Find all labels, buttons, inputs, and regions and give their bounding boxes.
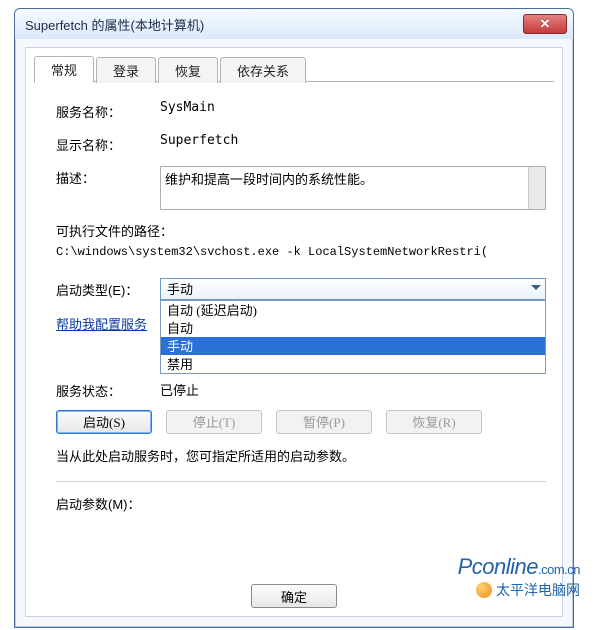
display-name-label: 显示名称： xyxy=(56,133,160,154)
close-icon: ✕ xyxy=(540,16,551,32)
watermark: Pconline.com.cn 太平洋电脑网 xyxy=(458,554,580,600)
option-auto-delayed[interactable]: 自动 (延迟启动) xyxy=(161,301,545,319)
status-label: 服务状态： xyxy=(56,379,160,400)
dialog-window: Superfetch 的属性(本地计算机) ✕ 常规 登录 恢复 依存关系 服务… xyxy=(14,8,574,628)
tab-logon[interactable]: 登录 xyxy=(96,57,156,83)
general-panel: 服务名称： SysMain 显示名称： Superfetch 描述： 维护和提高… xyxy=(26,82,562,529)
service-name-value: SysMain xyxy=(160,100,546,115)
tab-general[interactable]: 常规 xyxy=(34,56,94,83)
description-text[interactable]: 维护和提高一段时间内的系统性能。 xyxy=(160,166,546,210)
tabstrip: 常规 登录 恢复 依存关系 xyxy=(34,56,554,82)
display-name-row: 显示名称： Superfetch xyxy=(56,133,546,154)
startup-type-select[interactable]: 手动 xyxy=(160,278,546,300)
start-params-note: 当从此处启动服务时，您可指定所适用的启动参数。 xyxy=(56,446,546,465)
startup-type-dropdown: 自动 (延迟启动) 自动 手动 禁用 xyxy=(160,300,546,374)
watermark-cn: 太平洋电脑网 xyxy=(458,580,580,600)
exe-path-value: C:\windows\system32\svchost.exe -k Local… xyxy=(56,243,546,262)
titlebar[interactable]: Superfetch 的属性(本地计算机) ✕ xyxy=(15,9,573,39)
client-area: 常规 登录 恢复 依存关系 服务名称： SysMain 显示名称： Superf… xyxy=(25,47,563,617)
description-label: 描述： xyxy=(56,166,160,187)
control-buttons: 启动(S) 停止(T) 暂停(P) 恢复(R) xyxy=(56,410,546,434)
tab-dependencies[interactable]: 依存关系 xyxy=(220,57,306,83)
status-row: 服务状态： 已停止 xyxy=(56,379,546,400)
start-button[interactable]: 启动(S) xyxy=(56,410,152,434)
option-disabled[interactable]: 禁用 xyxy=(161,355,545,373)
divider xyxy=(56,481,546,482)
start-params-row: 启动参数(M)： xyxy=(56,492,546,513)
startup-type-row: 启动类型(E)： 手动 自动 (延迟启动) 自动 手动 禁用 xyxy=(56,278,546,300)
scrollbar[interactable] xyxy=(528,167,545,209)
description-row: 描述： 维护和提高一段时间内的系统性能。 xyxy=(56,166,546,210)
start-params-label: 启动参数(M)： xyxy=(56,492,166,513)
startup-type-label: 启动类型(E)： xyxy=(56,278,160,299)
close-button[interactable]: ✕ xyxy=(523,14,567,34)
option-auto[interactable]: 自动 xyxy=(161,319,545,337)
globe-icon xyxy=(476,582,492,598)
chevron-down-icon xyxy=(531,285,541,290)
pause-button: 暂停(P) xyxy=(276,410,372,434)
service-name-row: 服务名称： SysMain xyxy=(56,100,546,121)
exe-path-block: 可执行文件的路径： C:\windows\system32\svchost.ex… xyxy=(56,222,546,262)
startup-type-selected: 手动 xyxy=(167,279,193,298)
stop-button: 停止(T) xyxy=(166,410,262,434)
display-name-value: Superfetch xyxy=(160,133,546,148)
resume-button: 恢复(R) xyxy=(386,410,482,434)
description-value: 维护和提高一段时间内的系统性能。 xyxy=(165,172,373,187)
ok-button[interactable]: 确定 xyxy=(251,584,337,608)
service-name-label: 服务名称： xyxy=(56,100,160,121)
watermark-logo: Pconline.com.cn xyxy=(458,554,580,580)
exe-path-label: 可执行文件的路径： xyxy=(56,222,546,243)
status-value: 已停止 xyxy=(160,380,199,399)
startup-type-wrap: 手动 自动 (延迟启动) 自动 手动 禁用 xyxy=(160,278,546,300)
tab-recovery[interactable]: 恢复 xyxy=(158,57,218,83)
window-title: Superfetch 的属性(本地计算机) xyxy=(25,15,523,34)
option-manual[interactable]: 手动 xyxy=(161,337,545,355)
